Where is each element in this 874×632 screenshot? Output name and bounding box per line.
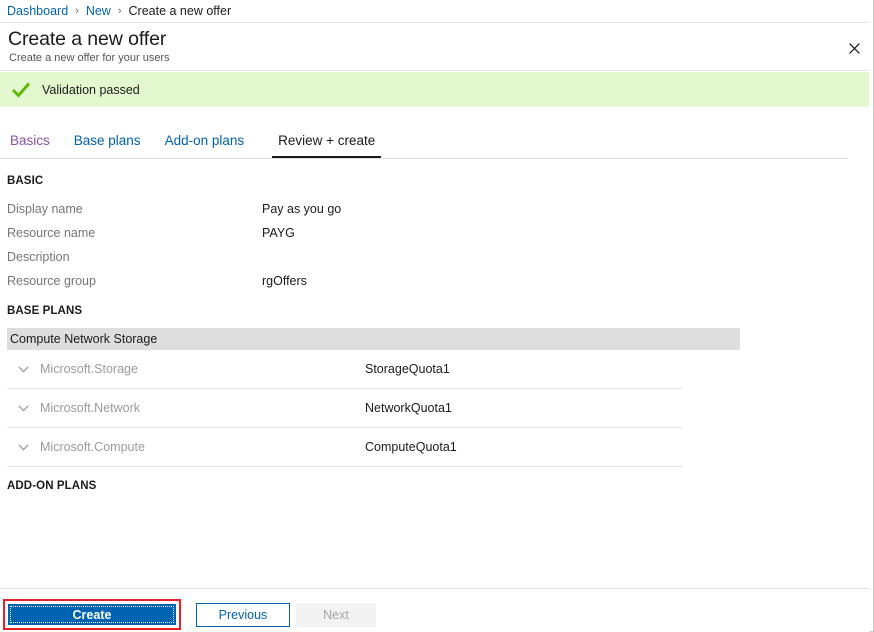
close-icon [849,43,860,54]
table-row[interactable]: Microsoft.Compute ComputeQuota1 [7,428,683,467]
page-subtitle: Create a new offer for your users [9,52,170,64]
validation-banner: Validation passed [0,72,869,107]
tab-add-on-plans[interactable]: Add-on plans [165,130,245,159]
page-title: Create a new offer [8,28,166,51]
blade-footer: Create Previous Next [0,588,870,632]
tab-basics[interactable]: Basics [10,130,50,159]
breadcrumb-item-new[interactable]: New [86,4,111,18]
section-header-basic: BASIC [0,175,869,187]
field-label-description: Description [7,250,70,264]
field-label-display-name: Display name [7,202,83,216]
table-row: Description [0,245,869,269]
table-row: Display name Pay as you go [0,197,869,221]
section-header-addon-plans: ADD-ON PLANS [0,480,869,492]
base-plan-quota: StorageQuota1 [365,362,450,376]
table-row: Resource group rgOffers [0,269,869,293]
review-content: BASIC Display name Pay as you go Resourc… [0,166,869,586]
base-plan-group-header: Compute Network Storage [7,328,740,350]
breadcrumb: Dashboard › New › Create a new offer [0,0,870,23]
section-header-base-plans: BASE PLANS [0,305,869,317]
breadcrumb-item-dashboard[interactable]: Dashboard [7,4,68,18]
close-button[interactable] [840,34,868,62]
validation-message: Validation passed [42,83,140,97]
create-button[interactable]: Create [8,604,176,625]
table-row[interactable]: Microsoft.Storage StorageQuota1 [7,350,683,389]
breadcrumb-item-current: Create a new offer [129,4,232,18]
tab-strip-divider [0,158,848,159]
previous-button[interactable]: Previous [196,603,290,627]
base-plan-quota: ComputeQuota1 [365,440,457,454]
base-plan-name: Microsoft.Network [40,401,140,415]
base-plan-name: Microsoft.Compute [40,440,145,454]
field-label-resource-group: Resource group [7,274,96,288]
field-label-resource-name: Resource name [7,226,95,240]
base-plan-quota: NetworkQuota1 [365,401,452,415]
table-row: Resource name PAYG [0,221,869,245]
checkmark-icon [10,79,32,101]
field-value-display-name: Pay as you go [262,202,341,216]
tab-review-create[interactable]: Review + create [272,130,381,159]
field-value-resource-group: rgOffers [262,274,307,288]
table-row[interactable]: Microsoft.Network NetworkQuota1 [7,389,683,428]
chevron-down-icon[interactable] [16,362,30,376]
chevron-down-icon[interactable] [16,440,30,454]
next-button: Next [296,603,376,627]
tab-list: Basics Base plans Add-on plans Review + … [0,130,869,159]
offer-creation-blade: Dashboard › New › Create a new offer Cre… [0,0,874,632]
breadcrumb-separator-icon: › [118,5,122,17]
blade-header: Create a new offer Create a new offer fo… [0,24,870,71]
breadcrumb-separator-icon: › [75,5,79,17]
chevron-down-icon[interactable] [16,401,30,415]
tab-base-plans[interactable]: Base plans [74,130,141,159]
base-plan-name: Microsoft.Storage [40,362,138,376]
field-value-resource-name: PAYG [262,226,295,240]
